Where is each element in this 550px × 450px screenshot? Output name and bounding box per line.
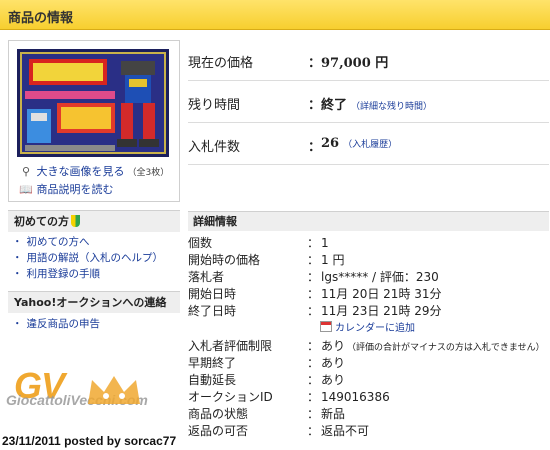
remaining-time-row: 残り時間 ： 終了 （詳細な残り時間）: [188, 82, 549, 123]
sidebar-link[interactable]: 用語の解説（入札のヘルプ）: [27, 252, 164, 264]
detail-row: オークションID ： 149016386: [188, 389, 550, 406]
detail-label: 落札者: [188, 270, 225, 284]
colon: ：: [307, 390, 320, 404]
detail-value: 149016386: [321, 390, 390, 404]
detail-row: 自動延長 ：あり: [188, 372, 550, 389]
magnifier-icon: ⚲: [21, 165, 31, 178]
detail-label: 自動延長: [188, 373, 237, 387]
detail-label: オークションID: [188, 390, 273, 404]
colon: ：: [307, 407, 320, 421]
detail-value: あり: [321, 339, 346, 353]
image-count: （全3枚）: [127, 168, 170, 178]
view-large-image[interactable]: ⚲ 大きな画像を見る （全3枚）: [19, 164, 169, 180]
sidebar-link[interactable]: 違反商品の申告: [27, 318, 101, 330]
colon: ：: [308, 98, 322, 113]
bid-count-value: 26: [321, 136, 340, 151]
detail-row: 終了日時 ： 11月 23日 21時 29分: [188, 303, 550, 320]
sidebar-item-beginner-guide[interactable]: ・初めての方へ: [12, 234, 90, 250]
current-price-row: 現在の価格 ： 97,000 円: [188, 40, 549, 81]
bid-count-row: 入札件数 ： 26 （入札履歴）: [188, 124, 549, 165]
detail-label: 商品の状態: [188, 407, 249, 421]
detail-label: 個数: [188, 236, 213, 250]
detail-value: 11月 23日 21時 29分: [321, 304, 442, 318]
calendar-icon: [320, 321, 332, 332]
colon: ：: [307, 373, 320, 387]
detail-row: 落札者 ： lgs***** / 評価：230: [188, 269, 550, 286]
detail-value: 11月 20日 21時 31分: [321, 287, 442, 301]
detail-label: 返品の可否: [188, 424, 249, 438]
section-title: 商品の情報: [8, 11, 74, 26]
colon: ：: [307, 253, 320, 267]
detail-row: 開始時の価格 ： 1 円: [188, 252, 550, 269]
details-title: 詳細情報: [193, 215, 237, 228]
sidebar-link[interactable]: 利用登録の手順: [27, 268, 101, 280]
section-header-bar: 商品の情報: [0, 0, 550, 30]
colon: ：: [307, 236, 320, 250]
detail-row: 早期終了 ：あり: [188, 355, 550, 372]
detail-label: 終了日時: [188, 304, 237, 318]
bid-count-label: 入札件数: [188, 140, 241, 155]
read-description-link[interactable]: 商品説明を読む: [37, 183, 114, 196]
detail-value: あり: [321, 373, 346, 387]
remaining-time-value: 終了: [321, 98, 348, 113]
read-description[interactable]: 📖 商品説明を読む: [19, 182, 114, 198]
beginner-mark-icon: [71, 215, 80, 227]
remaining-time-detail-link[interactable]: （詳細な残り時間）: [351, 102, 432, 112]
detail-value: 1 円: [321, 253, 345, 267]
beginner-header: 初めての方: [8, 210, 180, 232]
remaining-time-label: 残り時間: [188, 98, 241, 113]
book-icon: 📖: [19, 183, 33, 196]
contact-title: Yahoo!オークションへの連絡: [14, 296, 167, 309]
detail-row: 個数 ： 1: [188, 235, 550, 252]
posted-credit: 23/11/2011 posted by sorcac77: [2, 434, 177, 448]
colon: ：: [307, 287, 320, 301]
detail-label: 開始日時: [188, 287, 237, 301]
add-to-calendar-link[interactable]: カレンダーに追加: [335, 323, 415, 334]
bid-history-link[interactable]: （入札履歴）: [343, 140, 397, 150]
product-thumbnail[interactable]: [17, 49, 169, 157]
current-price-label: 現在の価格: [188, 56, 254, 71]
crown-logo-icon: [88, 376, 140, 404]
colon: ：: [308, 140, 322, 155]
detail-row: 開始日時 ： 11月 20日 21時 31分: [188, 286, 550, 303]
beginner-title: 初めての方: [14, 215, 69, 228]
detail-label: 早期終了: [188, 356, 237, 370]
sidebar-link[interactable]: 初めての方へ: [27, 236, 90, 248]
detail-value: lgs***** / 評価：230: [321, 270, 439, 284]
colon: ：: [307, 270, 320, 284]
contact-header: Yahoo!オークションへの連絡: [8, 291, 180, 313]
detail-row: 返品の可否 ：返品不可: [188, 423, 550, 440]
detail-value: 1: [321, 236, 329, 250]
sidebar-item-glossary[interactable]: ・用語の解説（入札のヘルプ）: [12, 250, 163, 266]
detail-row: 商品の状態 ：新品: [188, 406, 550, 423]
colon: ：: [307, 304, 320, 318]
colon: ：: [307, 356, 320, 370]
detail-label: 開始時の価格: [188, 253, 261, 267]
detail-note: （評価の合計がマイナスの方は入札できません）: [347, 343, 545, 353]
colon: ：: [307, 339, 320, 353]
detail-value: 返品不可: [321, 424, 370, 438]
colon: ：: [308, 56, 322, 71]
detail-value: あり: [321, 356, 346, 370]
detail-row: 入札者評価制限 ：あり （評価の合計がマイナスの方は入札できません）: [188, 338, 550, 355]
product-image-panel: ⚲ 大きな画像を見る （全3枚） 📖 商品説明を読む: [8, 40, 180, 202]
detail-label: 入札者評価制限: [188, 339, 273, 353]
view-large-image-link[interactable]: 大きな画像を見る: [37, 165, 125, 178]
sidebar-item-report-violation[interactable]: ・違反商品の申告: [12, 316, 100, 332]
price-summary: 現在の価格 ： 97,000 円 残り時間 ： 終了 （詳細な残り時間） 入札件数…: [188, 40, 549, 165]
add-to-calendar[interactable]: カレンダーに追加: [320, 321, 415, 336]
sidebar-item-registration[interactable]: ・利用登録の手順: [12, 266, 100, 282]
detail-value: 新品: [321, 407, 346, 421]
colon: ：: [307, 424, 320, 438]
current-price-value: 97,000 円: [321, 56, 389, 71]
details-header: 詳細情報: [188, 211, 549, 231]
